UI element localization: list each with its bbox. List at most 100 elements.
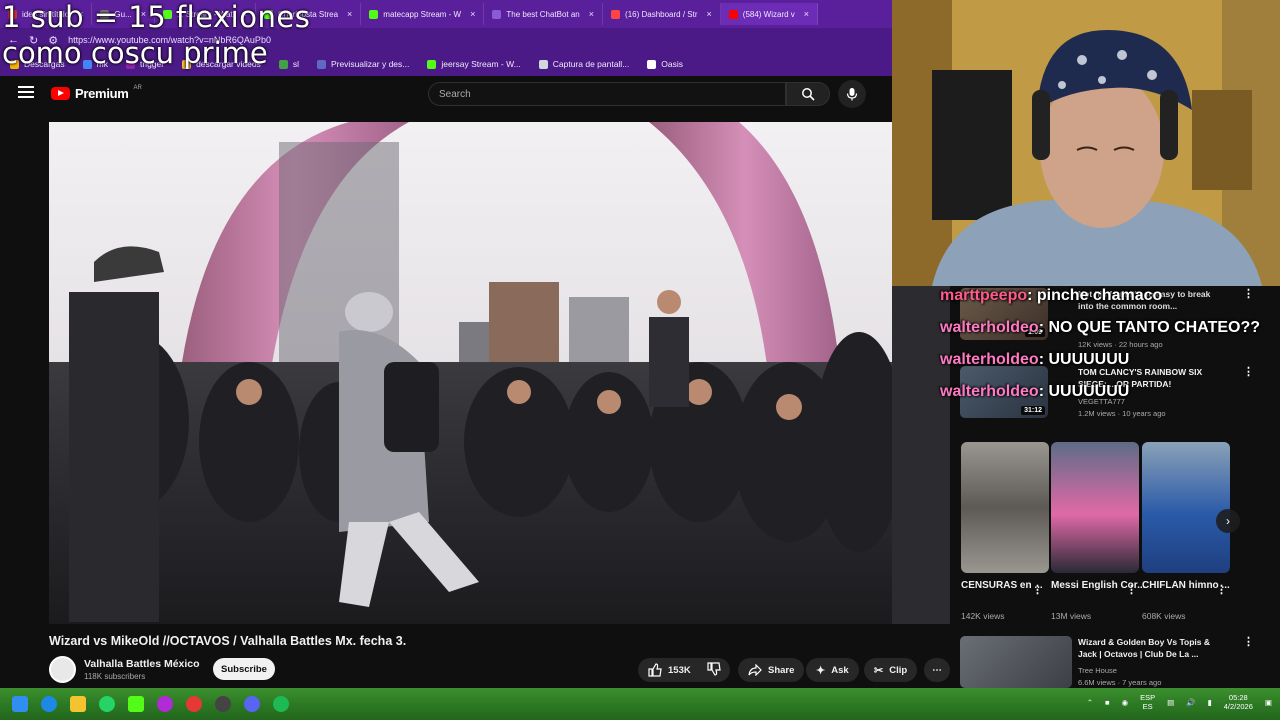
channel-name[interactable]: Valhalla Battles México <box>84 658 200 670</box>
browser-tab[interactable]: The best ChatBot an × <box>484 3 604 25</box>
bookmark-favicon-icon <box>647 59 657 69</box>
thumbs-down-icon <box>707 661 721 676</box>
subscriber-count: 118K subscribers <box>84 672 146 681</box>
edge-icon[interactable] <box>41 696 57 712</box>
share-button[interactable]: Share <box>738 658 805 682</box>
short-thumbnail[interactable] <box>1051 442 1139 573</box>
browser-tab[interactable]: (584) Wizard v × <box>720 3 819 25</box>
obs-icon[interactable] <box>215 696 231 712</box>
bookmark-item[interactable]: Captura de pantall... <box>538 59 629 69</box>
bookmark-favicon-icon <box>538 59 548 69</box>
voice-search-button[interactable] <box>838 80 866 108</box>
battery-icon[interactable]: ▮ <box>1208 698 1212 707</box>
webcam-scene <box>892 0 1280 286</box>
close-tab-icon[interactable]: × <box>707 9 712 19</box>
bookmark-favicon-icon <box>316 59 326 69</box>
bookmark-label: Oasis <box>661 59 684 69</box>
bookmark-item[interactable]: sl <box>278 59 299 69</box>
youtube-header: Premium AR Search <box>0 76 892 114</box>
dislike-button[interactable] <box>707 661 721 679</box>
bookmark-item[interactable]: Previsualizar y des... <box>316 59 409 69</box>
search-input[interactable]: Search <box>428 82 786 106</box>
tray-app-icon[interactable]: ◉ <box>1122 698 1129 707</box>
short-thumbnail[interactable] <box>1142 442 1230 573</box>
chat-message: marttpeepo: pinche chamaco <box>940 286 1280 318</box>
close-tab-icon[interactable]: × <box>347 9 352 19</box>
start-icon[interactable] <box>12 696 28 712</box>
short-title[interactable]: CENSURAS en ... <box>961 579 1043 593</box>
short-thumbnail[interactable] <box>961 442 1049 573</box>
more-vertical-icon[interactable]: ⋮ <box>1243 637 1254 648</box>
tab-label: (16) Dashboard / Str <box>625 9 698 19</box>
ask-button[interactable]: ✦ Ask <box>806 658 859 682</box>
like-dislike-group: 153K <box>638 658 730 682</box>
related-video-title[interactable]: Wizard & Golden Boy Vs Topis & Jack | Oc… <box>1078 636 1228 660</box>
hamburger-menu-icon[interactable] <box>18 86 34 100</box>
ask-label: Ask <box>831 664 849 676</box>
more-vertical-icon[interactable]: ⋮ <box>1216 583 1227 596</box>
network-icon[interactable]: ▤ <box>1167 698 1174 707</box>
like-button[interactable]: 153K <box>648 663 691 677</box>
keyboard-layout: ES <box>1142 702 1153 711</box>
close-tab-icon[interactable]: × <box>804 9 809 19</box>
clip-label: Clip <box>889 664 908 676</box>
language-indicator[interactable]: ESP ES <box>1140 693 1155 711</box>
clock[interactable]: 05:28 4/2/2026 <box>1224 693 1253 711</box>
browser-tab[interactable]: (16) Dashboard / Str × <box>603 3 721 25</box>
chevron-right-icon[interactable]: › <box>1216 509 1240 533</box>
bookmark-item[interactable]: Oasis <box>647 59 683 69</box>
subscribe-button[interactable]: Subscribe <box>213 658 275 680</box>
search-button[interactable] <box>786 82 830 106</box>
search-placeholder: Search <box>439 88 471 100</box>
region-label: AR <box>133 84 142 91</box>
scissors-icon: ✂ <box>874 664 884 677</box>
tab-label: matecapp Stream - W <box>383 9 462 19</box>
chat-text: : NO QUE TANTO CHATEO?? <box>1038 319 1261 336</box>
related-video-channel[interactable]: Tree House <box>1078 666 1117 675</box>
close-tab-icon[interactable]: × <box>470 9 475 19</box>
volume-icon[interactable]: 🔊 <box>1186 698 1195 707</box>
related-video-item[interactable]: Wizard & Golden Boy Vs Topis & Jack | Oc… <box>960 636 1270 688</box>
more-vertical-icon[interactable]: ⋮ <box>1032 583 1043 596</box>
more-actions-button[interactable]: ⋯ <box>924 658 950 682</box>
bookmark-favicon-icon <box>278 59 288 69</box>
whatsapp-icon[interactable] <box>99 696 115 712</box>
video-player[interactable] <box>49 122 892 624</box>
clock-date: 4/2/2026 <box>1223 702 1253 711</box>
chat-username: walterholdeo <box>940 319 1039 336</box>
notification-icon[interactable]: ▣ <box>1265 698 1272 707</box>
chat-username: walterholdeo <box>940 383 1039 400</box>
chevron-up-icon[interactable]: ⌃ <box>1087 698 1093 707</box>
bookmark-item[interactable]: jeersay Stream - W... <box>427 59 521 69</box>
video-frame-scene <box>49 122 892 624</box>
kick-icon[interactable] <box>128 696 144 712</box>
stream-chat-overlay: marttpeepo: pinche chamaco walterholdeo: … <box>940 286 1280 414</box>
video-thumbnail[interactable] <box>960 636 1072 688</box>
tab-favicon-icon <box>611 9 621 19</box>
youtube-premium-logo[interactable]: Premium AR <box>51 84 142 101</box>
close-tab-icon[interactable]: × <box>589 9 594 19</box>
taskbar-app-icons <box>12 696 289 712</box>
chrome-icon[interactable] <box>186 696 202 712</box>
clip-button[interactable]: ✂ Clip <box>864 658 918 682</box>
browser-tab[interactable]: matecapp Stream - W × <box>361 3 485 25</box>
language-code: ESP <box>1140 693 1156 702</box>
spotify-icon[interactable] <box>273 696 289 712</box>
chat-message: walterholdeo: UUUUUUU <box>940 382 1280 414</box>
file-explorer-icon[interactable] <box>70 696 86 712</box>
more-horizontal-icon: ⋯ <box>932 664 942 676</box>
chat-text: : pinche chamaco <box>1027 287 1163 304</box>
chat-message: walterholdeo: UUUUUUU <box>940 350 1280 382</box>
chat-username: marttpeepo <box>940 287 1028 304</box>
chat-text: : UUUUUUU <box>1038 383 1130 400</box>
tab-favicon-icon <box>728 9 738 19</box>
stream-overlay-sub-goal: 1 sub = 15 flexiones <box>2 0 311 34</box>
brand-label: Premium <box>75 86 129 101</box>
discord-icon[interactable] <box>244 696 260 712</box>
channel-avatar[interactable] <box>49 656 76 683</box>
app-icon[interactable] <box>157 696 173 712</box>
more-vertical-icon[interactable]: ⋮ <box>1126 583 1137 596</box>
screen: ideo sin título × Gu... ×... Stream - Wat × C… <box>0 0 1280 720</box>
tab-favicon-icon <box>369 9 379 19</box>
tray-app-icon[interactable]: ■ <box>1105 698 1110 707</box>
